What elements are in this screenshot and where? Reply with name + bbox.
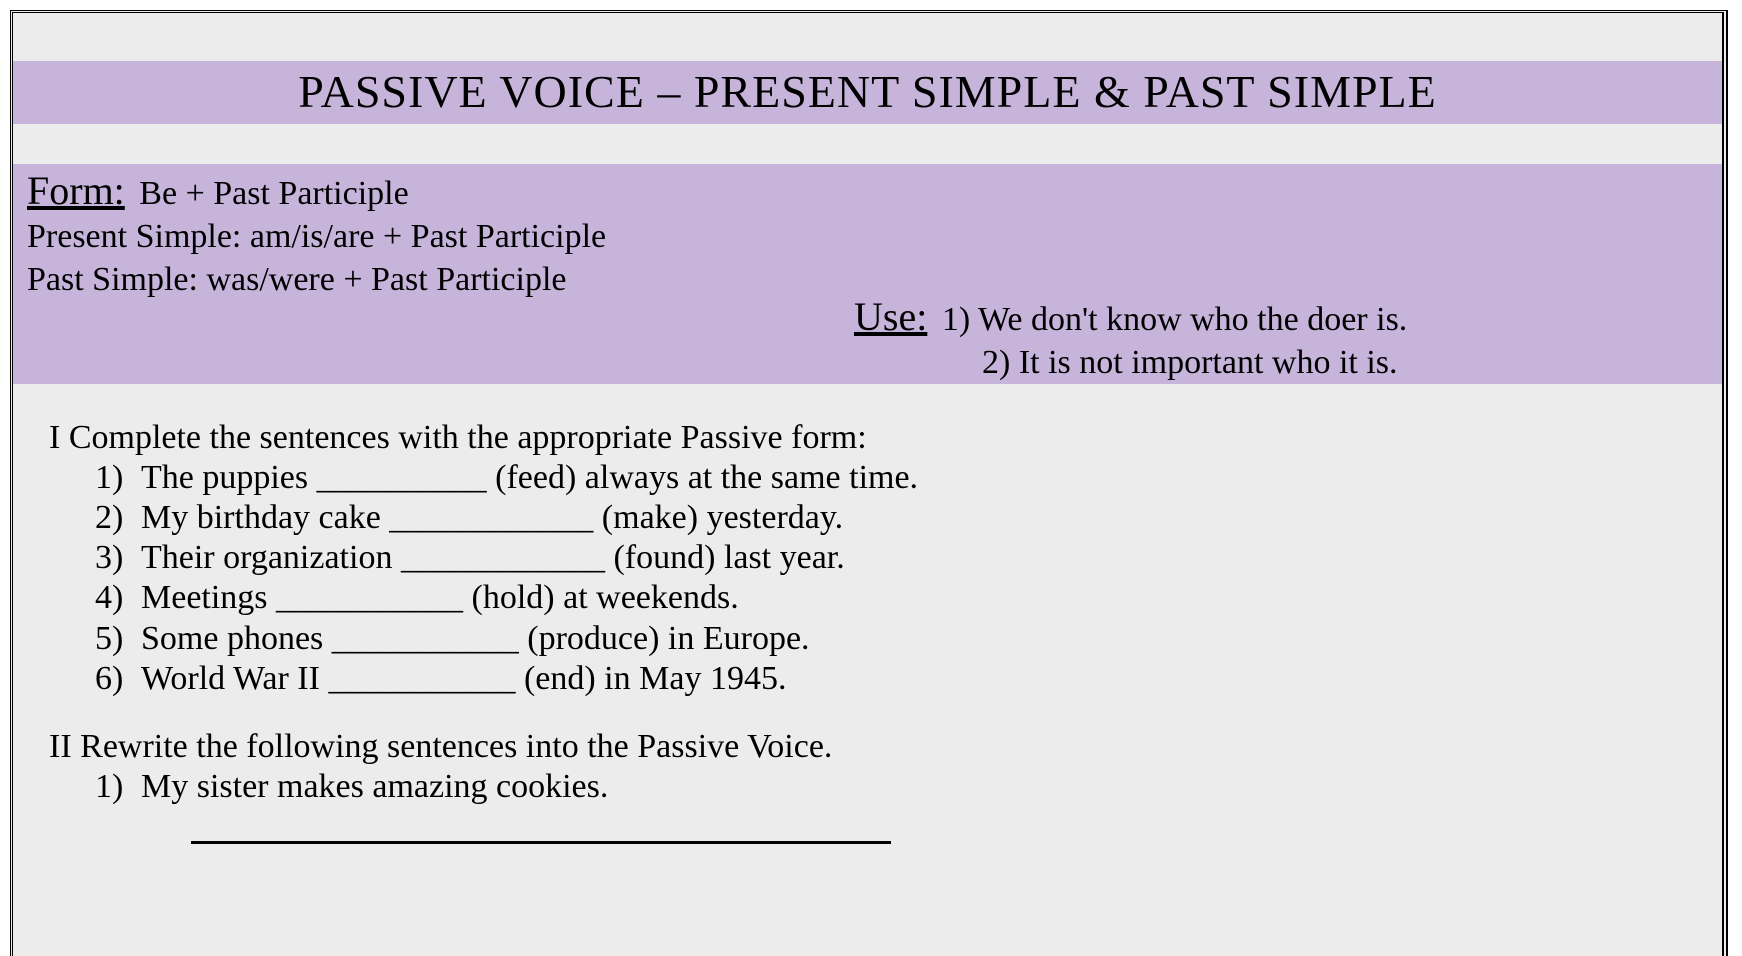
item-number: 2)	[95, 498, 141, 538]
exercise-1-item: 5)Some phones ___________ (produce) in E…	[95, 619, 1702, 659]
exercise-1-item: 1)The puppies __________ (feed) always a…	[95, 458, 1702, 498]
use-block: Use: 1) We don't know who the doer is. 2…	[854, 292, 1714, 385]
exercise-1-list: 1)The puppies __________ (feed) always a…	[95, 458, 1702, 699]
item-text: My birthday cake ____________ (make) yes…	[141, 499, 843, 536]
item-text: Their organization ____________ (found) …	[141, 539, 845, 576]
info-band: Form: Be + Past Participle Present Simpl…	[13, 164, 1722, 384]
item-number: 6)	[95, 659, 141, 699]
form-line-main: Form: Be + Past Participle	[27, 166, 1716, 216]
exercise-1-item: 6)World War II ___________ (end) in May …	[95, 659, 1702, 699]
item-text: Meetings ___________ (hold) at weekends.	[141, 579, 739, 616]
use-text-1: 1) We don't know who the doer is.	[942, 301, 1407, 338]
item-text: The puppies __________ (feed) always at …	[141, 459, 918, 496]
exercise-1-item: 2)My birthday cake ____________ (make) y…	[95, 498, 1702, 538]
item-number: 4)	[95, 578, 141, 618]
item-number: 5)	[95, 619, 141, 659]
form-main-text: Be + Past Participle	[139, 175, 408, 212]
form-label: Form:	[27, 168, 131, 213]
item-number: 3)	[95, 538, 141, 578]
exercise-1-item: 3)Their organization ____________ (found…	[95, 538, 1702, 578]
form-line-present: Present Simple: am/is/are + Past Partici…	[27, 216, 1716, 259]
exercise-1-item: 4)Meetings ___________ (hold) at weekend…	[95, 578, 1702, 618]
exercise-1-heading: I Complete the sentences with the approp…	[49, 418, 1702, 458]
exercise-2-item: 1)My sister makes amazing cookies.	[95, 767, 1702, 844]
exercise-2-list: 1)My sister makes amazing cookies.	[95, 767, 1702, 844]
page: PASSIVE VOICE – PRESENT SIMPLE & PAST SI…	[0, 0, 1742, 956]
document-frame: PASSIVE VOICE – PRESENT SIMPLE & PAST SI…	[10, 10, 1728, 956]
item-number: 1)	[95, 458, 141, 498]
item-text: Some phones ___________ (produce) in Eur…	[141, 620, 810, 657]
item-number: 1)	[95, 767, 141, 807]
exercise-2-heading: II Rewrite the following sentences into …	[49, 727, 1702, 767]
use-line-1: Use: 1) We don't know who the doer is.	[854, 292, 1714, 342]
answer-blank-line[interactable]	[191, 813, 891, 844]
item-text: My sister makes amazing cookies.	[141, 768, 608, 805]
exercises-area: I Complete the sentences with the approp…	[13, 384, 1722, 844]
worksheet-title: PASSIVE VOICE – PRESENT SIMPLE & PAST SI…	[13, 61, 1722, 124]
use-label: Use:	[854, 294, 933, 339]
item-text: World War II ___________ (end) in May 19…	[141, 660, 786, 697]
use-line-2: 2) It is not important who it is.	[854, 342, 1714, 385]
